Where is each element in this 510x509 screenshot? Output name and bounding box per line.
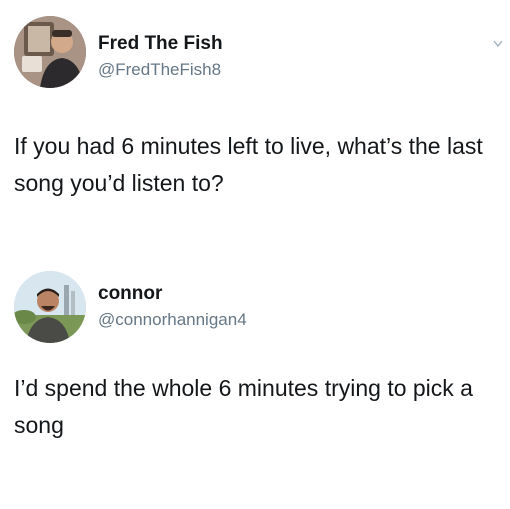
avatar-fred[interactable] — [14, 16, 86, 88]
user-handle[interactable]: @FredTheFish8 — [98, 60, 221, 80]
tweet-fred: Fred The Fish @FredTheFish8 If you had 6… — [0, 0, 510, 255]
user-handle[interactable]: @connorhannigan4 — [98, 310, 247, 330]
person-photo-icon — [14, 16, 86, 88]
display-name[interactable]: connor — [98, 283, 162, 305]
avatar-connor[interactable] — [14, 271, 86, 343]
smiling-man-photo-icon — [14, 271, 86, 343]
display-name[interactable]: Fred The Fish — [98, 33, 223, 55]
tweet-text: I’d spend the whole 6 minutes trying to … — [14, 375, 473, 438]
chevron-down-icon[interactable] — [492, 36, 504, 48]
tweet-text: If you had 6 minutes left to live, what’… — [14, 133, 483, 196]
tweet-connor: connor @connorhannigan4 I’d spend the wh… — [0, 255, 510, 509]
